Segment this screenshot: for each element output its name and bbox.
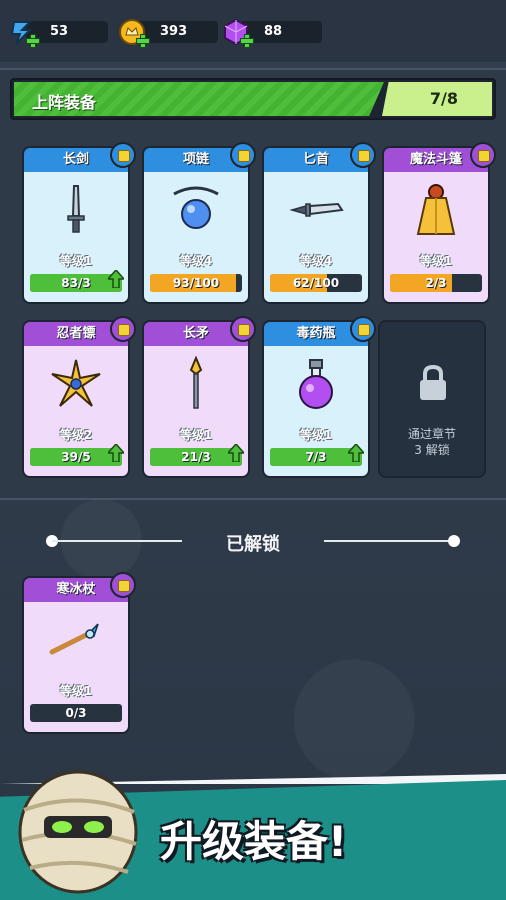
gem-resource[interactable]: 88: [222, 18, 322, 48]
equipped-header: 上阵装备 7/8: [10, 78, 496, 120]
spear-icon: [189, 356, 203, 409]
poison-bottle-icon: [299, 359, 333, 409]
equip-card-necklace[interactable]: 项链 等级4 93/100: [142, 142, 256, 304]
rarity-badge-icon: [230, 142, 256, 168]
add-gem-icon[interactable]: [240, 34, 254, 48]
rarity-badge-icon: [350, 316, 376, 342]
progress-text: 62/100: [292, 276, 340, 290]
dagger-icon: [289, 202, 344, 217]
rarity-badge-icon: [110, 142, 136, 168]
unlocked-label: 已解锁: [226, 534, 280, 555]
rarity-badge-icon: [350, 142, 376, 168]
upgrade-arrow-icon: [348, 444, 364, 462]
card-level: 等级1: [59, 684, 93, 698]
card-level: 等级1: [299, 428, 333, 442]
energy-resource[interactable]: 53: [8, 18, 108, 48]
divider-dot-right: [448, 535, 460, 547]
upgrade-arrow-icon: [108, 270, 124, 288]
shuriken-icon: [51, 359, 101, 407]
equipped-title: 上阵装备: [32, 93, 97, 112]
progress-bar: 93/100: [150, 274, 242, 292]
gold-resource[interactable]: 393: [118, 18, 218, 48]
card-level: 等级1: [419, 254, 453, 268]
cloak-icon: [416, 184, 456, 235]
rarity-badge-icon: [110, 316, 136, 342]
card-level: 等级2: [59, 428, 93, 442]
resource-bar: 53 393 88: [0, 0, 506, 62]
rarity-badge-icon: [230, 316, 256, 342]
locked-slot[interactable]: 通过章节 3 解锁: [378, 320, 486, 478]
equip-card-shuriken[interactable]: 忍者镖 等级2 39/5: [22, 316, 136, 478]
locked-line1: 通过章节: [407, 427, 456, 441]
ice-staff-icon: [49, 623, 99, 655]
rarity-badge-icon: [110, 572, 136, 598]
card-level: 等级1: [179, 428, 213, 442]
locked-slot-text: 通过章节 3 解锁: [380, 426, 484, 458]
progress-bar: 2/3: [390, 274, 482, 292]
divider-line-right: [324, 540, 454, 542]
progress-text: 2/3: [425, 276, 447, 290]
equipped-count: 7/8: [429, 89, 458, 108]
promo-banner: 升级装备!: [0, 760, 506, 900]
sword-icon: [67, 185, 85, 233]
rarity-badge-icon: [470, 142, 496, 168]
lock-icon: [420, 364, 446, 400]
progress-text: 93/100: [172, 276, 220, 290]
card-level: 等级4: [299, 254, 333, 268]
equip-card-dagger[interactable]: 匕首 等级4 62/100: [262, 142, 376, 304]
inventory-card-ice-staff[interactable]: 寒冰杖 等级1 0/3: [22, 572, 136, 734]
add-gold-icon[interactable]: [136, 34, 150, 48]
add-energy-icon[interactable]: [26, 34, 40, 48]
necklace-icon: [173, 186, 219, 229]
equip-card-cloak[interactable]: 魔法斗篷 等级1 2/3: [382, 142, 496, 304]
mummy-mascot-icon: [18, 770, 138, 894]
progress-text: 0/3: [65, 706, 87, 720]
equip-card-spear[interactable]: 长矛 等级1 21/3: [142, 316, 256, 478]
upgrade-arrow-icon: [108, 444, 124, 462]
equip-card-poison[interactable]: 毒药瓶 等级1 7/3: [262, 316, 376, 478]
unlocked-divider: 已解锁: [0, 530, 506, 555]
card-level: 等级4: [179, 254, 213, 268]
progress-bar: 62/100: [270, 274, 362, 292]
promo-title: 升级装备!: [160, 817, 348, 866]
card-level: 等级1: [59, 254, 93, 268]
upgrade-arrow-icon: [228, 444, 244, 462]
locked-line2: 3 解锁: [414, 443, 450, 457]
equip-card-sword[interactable]: 长剑 等级1 83/3: [22, 142, 136, 304]
progress-bar: 0/3: [30, 704, 122, 722]
